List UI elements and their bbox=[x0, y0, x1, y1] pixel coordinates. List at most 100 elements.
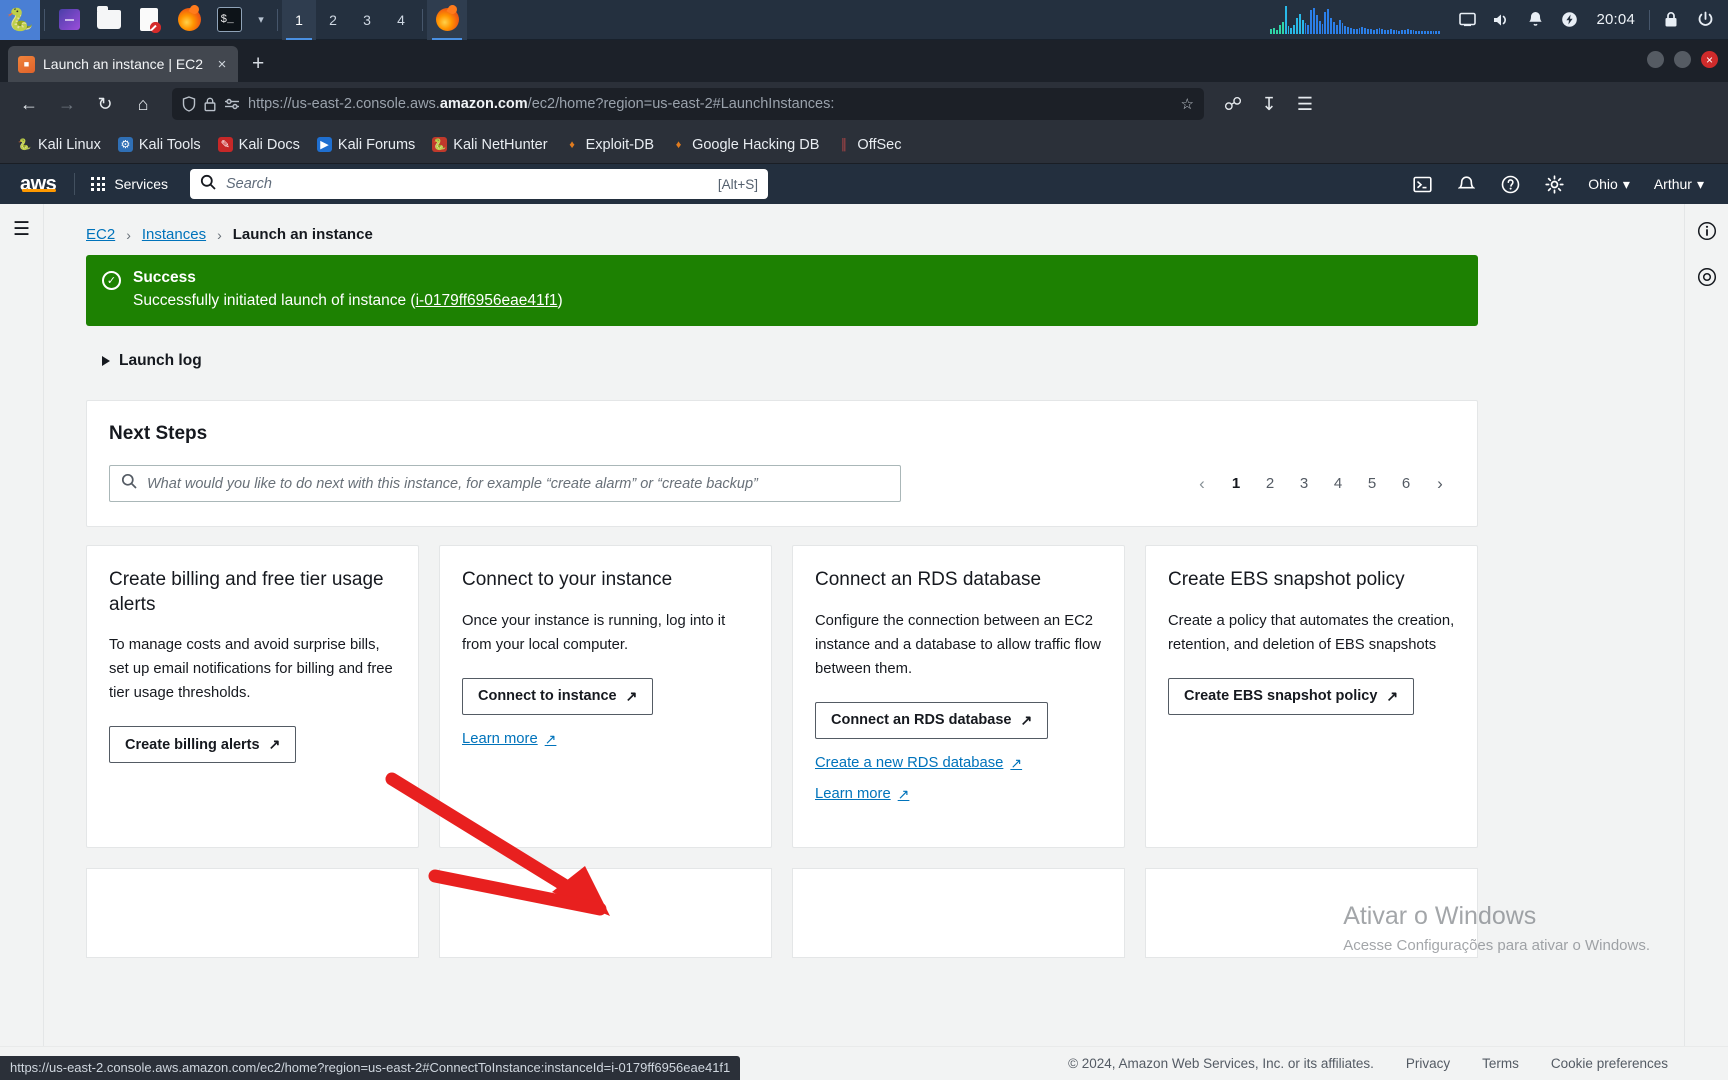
bookmark-google-hacking-db[interactable]: ♦ Google Hacking DB bbox=[664, 134, 826, 156]
services-menu-button[interactable]: Services bbox=[85, 176, 174, 192]
volume-icon[interactable] bbox=[1484, 0, 1518, 40]
pocket-icon[interactable]: ☍ bbox=[1216, 87, 1250, 121]
pagination-page-5[interactable]: 5 bbox=[1357, 469, 1387, 499]
pagination-page-1[interactable]: 1 bbox=[1221, 469, 1251, 499]
pagination-page-2[interactable]: 2 bbox=[1255, 469, 1285, 499]
app-menu-icon[interactable]: ☰ bbox=[1288, 87, 1322, 121]
aws-body: ☰ EC2 › Instances › Launch an instance ✓… bbox=[0, 204, 1728, 1080]
create-billing-alerts-button[interactable]: Create billing alerts ↗ bbox=[109, 726, 297, 764]
aws-search-bar[interactable]: Search [Alt+S] bbox=[190, 169, 768, 199]
document-icon bbox=[140, 8, 161, 33]
reload-button[interactable]: ↻ bbox=[88, 87, 122, 121]
user-menu[interactable]: Arthur ▾ bbox=[1642, 176, 1716, 193]
bookmark-kali-linux[interactable]: 🐍 Kali Linux bbox=[10, 134, 108, 156]
tab-close-icon[interactable]: × bbox=[214, 56, 230, 73]
back-button[interactable]: ← bbox=[12, 87, 46, 121]
forward-button[interactable]: → bbox=[50, 87, 84, 121]
footer-link-terms[interactable]: Terms bbox=[1482, 1056, 1519, 1071]
google-hacking-db-icon: ♦ bbox=[675, 138, 682, 151]
create-new-rds-database-link[interactable]: Create a new RDS database ↗ bbox=[815, 755, 1022, 772]
card-row2-4[interactable] bbox=[1145, 868, 1478, 958]
pagination-page-6[interactable]: 6 bbox=[1391, 469, 1421, 499]
create-ebs-snapshot-policy-button[interactable]: Create EBS snapshot policy ↗ bbox=[1168, 677, 1415, 715]
card-row2-3[interactable] bbox=[792, 868, 1125, 958]
bookmark-kali-docs[interactable]: ✎ Kali Docs bbox=[211, 134, 307, 156]
text-editor-launcher[interactable] bbox=[129, 0, 169, 40]
bookmark-offsec[interactable]: ║ OffSec bbox=[829, 134, 908, 156]
connect-to-instance-button[interactable]: Connect to instance ↗ bbox=[462, 677, 654, 715]
connect-rds-database-button[interactable]: Connect an RDS database ↗ bbox=[815, 701, 1049, 739]
launch-log-toggle[interactable]: Launch log bbox=[86, 352, 1668, 370]
success-message-suffix: ) bbox=[557, 292, 563, 309]
region-selector[interactable]: Ohio ▾ bbox=[1576, 176, 1642, 193]
left-navigation-rail: ☰ bbox=[0, 204, 44, 1080]
workspace-3[interactable]: 3 bbox=[350, 0, 384, 40]
bookmark-kali-tools[interactable]: ⚙ Kali Tools bbox=[111, 134, 208, 156]
permissions-icon[interactable] bbox=[224, 98, 240, 110]
window-close-button[interactable]: × bbox=[1701, 51, 1718, 68]
firefox-launcher[interactable] bbox=[169, 0, 209, 40]
pagination-page-3[interactable]: 3 bbox=[1289, 469, 1319, 499]
search-icon bbox=[121, 473, 137, 494]
workspace-1[interactable]: 1 bbox=[282, 0, 316, 40]
clock[interactable]: 20:04 bbox=[1586, 11, 1645, 28]
bookmark-kali-forums[interactable]: ▶ Kali Forums bbox=[310, 134, 422, 156]
breadcrumb-item-ec2[interactable]: EC2 bbox=[86, 226, 115, 243]
learn-more-link[interactable]: Learn more ↗ bbox=[815, 786, 909, 803]
next-steps-search-input[interactable]: What would you like to do next with this… bbox=[109, 465, 901, 502]
pagination-page-4[interactable]: 4 bbox=[1323, 469, 1353, 499]
kali-forums-icon: ▶ bbox=[316, 137, 332, 152]
next-steps-title: Next Steps bbox=[109, 423, 208, 444]
browser-tab[interactable]: ■ Launch an instance | EC2 × bbox=[8, 46, 238, 82]
cloudwatch-panel-icon[interactable] bbox=[1694, 264, 1720, 290]
power-icon[interactable] bbox=[1552, 0, 1586, 40]
app-gradient-launcher[interactable] bbox=[49, 0, 89, 40]
help-icon[interactable] bbox=[1488, 164, 1532, 204]
card-body: To manage costs and avoid surprise bills… bbox=[109, 637, 393, 702]
new-tab-button[interactable]: + bbox=[238, 52, 278, 82]
logout-icon[interactable] bbox=[1688, 0, 1722, 40]
card-row2-2[interactable] bbox=[439, 868, 772, 958]
launcher-dropdown[interactable]: ▾ bbox=[249, 0, 273, 40]
maximize-button[interactable] bbox=[1674, 51, 1691, 68]
minimize-button[interactable] bbox=[1647, 51, 1664, 68]
bookmark-star-icon[interactable]: ☆ bbox=[1181, 95, 1194, 113]
footer-link-cookie-preferences[interactable]: Cookie preferences bbox=[1551, 1056, 1668, 1071]
lock-icon[interactable] bbox=[1654, 0, 1688, 40]
breadcrumb-item-instances[interactable]: Instances bbox=[142, 226, 206, 243]
hamburger-menu-icon[interactable]: ☰ bbox=[13, 218, 30, 241]
pagination-next[interactable]: › bbox=[1425, 469, 1455, 499]
offsec-icon: ║ bbox=[840, 138, 848, 151]
file-manager-launcher[interactable] bbox=[89, 0, 129, 40]
notifications-icon[interactable] bbox=[1444, 164, 1488, 204]
taskbar-app-launchers: 🐍 $_ ▾ 1 2 3 4 bbox=[0, 0, 467, 40]
browser-tabstrip: ■ Launch an instance | EC2 × + × bbox=[0, 40, 1728, 82]
card-title: Connect an RDS database bbox=[815, 569, 1042, 590]
pagination-prev[interactable]: ‹ bbox=[1187, 469, 1217, 499]
workspace-2[interactable]: 2 bbox=[316, 0, 350, 40]
kali-menu-button[interactable]: 🐍 bbox=[0, 0, 40, 40]
notifications-bell-icon[interactable] bbox=[1518, 0, 1552, 40]
display-icon[interactable] bbox=[1450, 0, 1484, 40]
home-button[interactable]: ⌂ bbox=[126, 87, 160, 121]
footer-link-privacy[interactable]: Privacy bbox=[1406, 1056, 1450, 1071]
taskbar-window-firefox[interactable] bbox=[427, 0, 467, 40]
workspace-4[interactable]: 4 bbox=[384, 0, 418, 40]
user-label: Arthur bbox=[1653, 176, 1692, 192]
kali-docs-icon: ✎ bbox=[217, 137, 233, 152]
terminal-launcher[interactable]: $_ bbox=[209, 0, 249, 40]
folder-icon bbox=[97, 6, 121, 29]
settings-gear-icon[interactable] bbox=[1532, 164, 1576, 204]
success-title: Success bbox=[133, 269, 196, 286]
bookmark-exploit-db[interactable]: ♦ Exploit-DB bbox=[558, 134, 662, 156]
info-icon[interactable] bbox=[1694, 218, 1720, 244]
url-bar[interactable]: https://us-east-2.console.aws.amazon.com… bbox=[172, 88, 1204, 120]
instance-id-link[interactable]: i-0179ff6956eae41f1 bbox=[416, 292, 558, 309]
learn-more-link[interactable]: Learn more ↗ bbox=[462, 731, 556, 748]
aws-logo[interactable]: aws bbox=[12, 173, 64, 196]
card-row2-1[interactable] bbox=[86, 868, 419, 958]
bookmark-kali-nethunter[interactable]: 🐍 Kali NetHunter bbox=[425, 134, 554, 156]
downloads-icon[interactable]: ↧ bbox=[1252, 87, 1286, 121]
lock-icon bbox=[204, 97, 216, 112]
cloudshell-icon[interactable] bbox=[1400, 164, 1444, 204]
